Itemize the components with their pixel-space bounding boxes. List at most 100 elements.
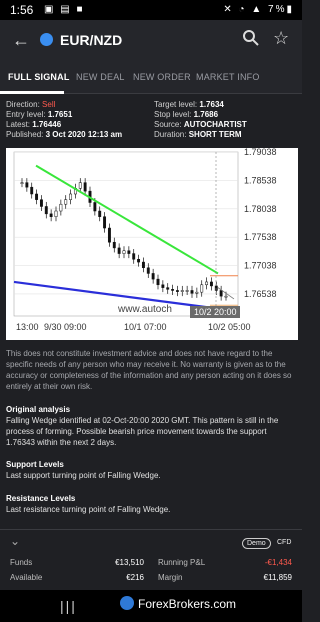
price-chart[interactable]: 1.79038 1.78538 1.78038 1.77538 1.77038 1.765… bbox=[6, 147, 298, 340]
battery-text: 7% bbox=[268, 4, 287, 15]
target-row: Target level: 1.7634 bbox=[154, 100, 224, 109]
candle-body bbox=[205, 281, 209, 286]
candle-body bbox=[117, 247, 121, 254]
signal-details-left: Direction: Sell Entry level: 1.7651 Late… bbox=[6, 100, 122, 140]
candle-body bbox=[200, 284, 204, 293]
back-arrow-icon[interactable]: ← bbox=[12, 30, 30, 51]
available-label: Available bbox=[10, 573, 43, 582]
status-bar: 1:56 ▣ ▤ ■ ✕ ◔ ▲ 7%▮ bbox=[0, 0, 302, 20]
analysis-heading: Original analysis bbox=[6, 405, 71, 414]
margin-value: €11,859 bbox=[263, 573, 292, 582]
notification-icons: ▣ ▤ ■ bbox=[44, 4, 85, 15]
candle-body bbox=[49, 213, 53, 217]
candle-body bbox=[78, 182, 82, 189]
pnl-label: Running P&L bbox=[158, 558, 206, 567]
candle-body bbox=[25, 182, 29, 188]
published-row: Published: 3 Oct 2020 12:13 am bbox=[6, 130, 123, 139]
candle-body bbox=[137, 259, 141, 263]
search-icon[interactable] bbox=[242, 29, 260, 47]
app-bar: ← EUR/NZD ☆ bbox=[0, 20, 302, 60]
y-tick-label: 1.78038 bbox=[244, 204, 277, 214]
funds-label: Funds bbox=[10, 558, 33, 567]
symbol-title: EUR/NZD bbox=[60, 32, 123, 48]
demo-badge[interactable]: Demo bbox=[242, 538, 271, 549]
direction-value: Sell bbox=[42, 100, 56, 109]
y-tick-label: 1.78538 bbox=[244, 175, 277, 185]
candle-body bbox=[151, 273, 155, 280]
entry-row: Entry level: 1.7651 bbox=[6, 110, 73, 119]
active-tab-indicator bbox=[0, 91, 64, 94]
support-heading: Support Levels bbox=[6, 460, 64, 469]
system-nav-bar: ||| ForexBrokers.com bbox=[0, 590, 302, 622]
y-tick-label: 1.77038 bbox=[244, 261, 277, 271]
system-icons: ✕ ◔ ▲ 7%▮ bbox=[223, 4, 294, 15]
tab-new-deal[interactable]: NEW DEAL bbox=[76, 72, 125, 82]
candle-body bbox=[98, 210, 102, 217]
candle-body bbox=[39, 199, 43, 207]
candle-body bbox=[44, 206, 48, 215]
candle-body bbox=[64, 199, 68, 205]
candle-body bbox=[112, 241, 116, 249]
candle-body bbox=[166, 287, 170, 290]
candle-body bbox=[103, 216, 107, 229]
published-value: 3 Oct 2020 12:13 am bbox=[45, 130, 123, 139]
candle-body bbox=[107, 227, 111, 243]
resistance-heading: Resistance Levels bbox=[6, 494, 76, 503]
support-section: Support Levels Last support turning poin… bbox=[6, 459, 296, 481]
latest-row: Latest: 1.76446 bbox=[6, 120, 62, 129]
candle-body bbox=[20, 182, 24, 184]
funds-value: €13,510 bbox=[115, 558, 144, 567]
cfd-label: CFD bbox=[277, 539, 292, 546]
tab-market-info[interactable]: MARKET INFO bbox=[196, 72, 260, 82]
chart-watermark: www.autoch bbox=[117, 304, 172, 315]
candle-body bbox=[35, 193, 39, 200]
candle-body bbox=[161, 284, 165, 288]
candle-body bbox=[219, 290, 223, 297]
forexbrokers-logo: ForexBrokers.com bbox=[138, 597, 237, 611]
account-summary: ⌄ Demo CFD Funds €13,510 Available €216 … bbox=[0, 530, 302, 590]
original-analysis-section: Original analysis Falling Wedge identifi… bbox=[6, 404, 296, 448]
duration-row: Duration: SHORT TERM bbox=[154, 130, 242, 139]
candle-body bbox=[69, 193, 73, 200]
stop-row: Stop level: 1.7686 bbox=[154, 110, 219, 119]
candle-body bbox=[224, 295, 228, 298]
candle-body bbox=[54, 210, 58, 217]
pnl-value: -€1,434 bbox=[264, 558, 292, 567]
tab-bar: FULL SIGNAL NEW DEAL NEW ORDER MARKET IN… bbox=[0, 60, 302, 94]
candle-body bbox=[59, 203, 63, 212]
chart-svg: 1.79038 1.78538 1.78038 1.77538 1.77038 1.765… bbox=[13, 147, 277, 332]
candle-body bbox=[30, 186, 34, 195]
forexbrokers-logo-icon bbox=[120, 596, 134, 610]
candle-body bbox=[141, 261, 145, 269]
resistance-section: Resistance Levels Last resistance turnin… bbox=[6, 493, 296, 515]
candle-body bbox=[180, 290, 184, 292]
candle-body bbox=[185, 290, 189, 292]
resistance-text: Last resistance turning point of Falling… bbox=[6, 505, 171, 514]
target-value: 1.7634 bbox=[199, 100, 224, 109]
candle-body bbox=[171, 289, 175, 291]
margin-label: Margin bbox=[158, 573, 183, 582]
candle-body bbox=[146, 267, 150, 274]
candle-body bbox=[209, 281, 213, 287]
candle-body bbox=[132, 253, 136, 260]
time-label: 10/2 20:00 bbox=[194, 307, 237, 317]
support-text: Last support turning point of Falling We… bbox=[6, 471, 161, 480]
x-tick-label: 10/1 07:00 bbox=[124, 322, 167, 332]
latest-value: 1.76446 bbox=[32, 120, 62, 129]
plot-area bbox=[13, 151, 239, 317]
chevron-down-icon[interactable]: ⌄ bbox=[10, 534, 20, 548]
favorite-star-icon[interactable]: ☆ bbox=[273, 28, 289, 49]
y-tick-label: 1.77538 bbox=[244, 232, 277, 242]
candle-body bbox=[190, 290, 194, 294]
y-tick-label: 1.76538 bbox=[244, 289, 277, 299]
recent-apps-icon[interactable]: ||| bbox=[60, 598, 77, 614]
signal-details-right: Target level: 1.7634 Stop level: 1.7686 … bbox=[154, 100, 247, 140]
x-tick-label: 13:00 bbox=[16, 322, 39, 332]
tab-new-order[interactable]: NEW ORDER bbox=[133, 72, 191, 82]
source-row: Source: AUTOCHARTIST bbox=[154, 120, 247, 129]
candle-body bbox=[156, 278, 160, 286]
candle-body bbox=[195, 291, 199, 294]
tab-full-signal[interactable]: FULL SIGNAL bbox=[8, 72, 70, 82]
candle-body bbox=[83, 182, 87, 192]
candle-body bbox=[127, 250, 131, 254]
